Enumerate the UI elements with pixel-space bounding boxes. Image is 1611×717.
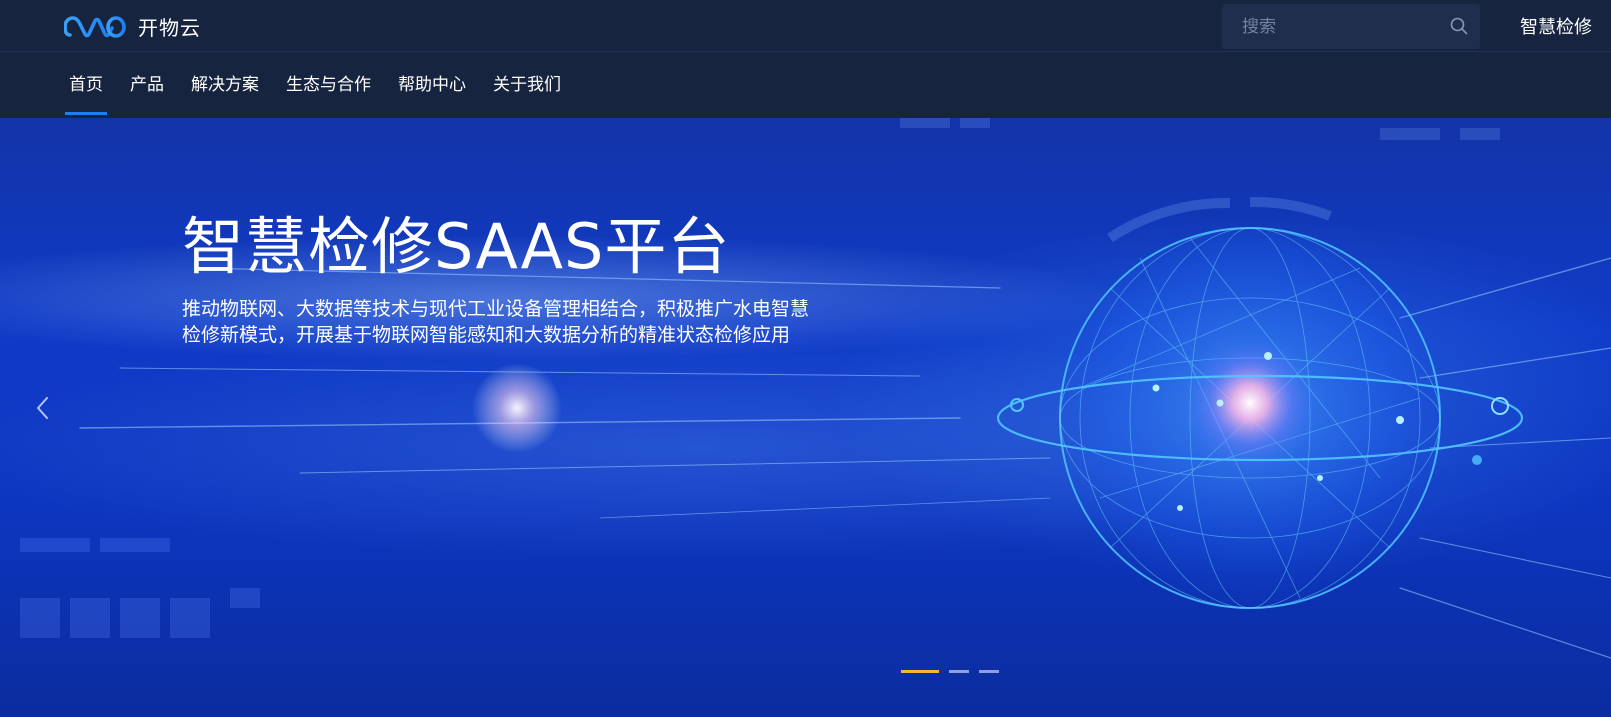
nav-item-solutions[interactable]: 解决方案 xyxy=(187,52,263,118)
hero-description: 推动物联网、大数据等技术与现代工业设备管理相结合，积极推广水电智慧 检修新模式，… xyxy=(182,296,882,348)
carousel-indicators xyxy=(901,670,999,673)
hero-title: 智慧检修SAAS平台 xyxy=(182,210,731,283)
nav-item-about-us[interactable]: 关于我们 xyxy=(489,52,565,118)
smart-maintenance-link[interactable]: 智慧检修 xyxy=(1520,13,1592,39)
main-nav: 首页 产品 解决方案 生态与合作 帮助中心 关于我们 xyxy=(65,52,584,118)
carousel-dot-3[interactable] xyxy=(979,670,999,673)
carousel-dot-1[interactable] xyxy=(901,670,939,673)
search-box xyxy=(1222,4,1480,49)
brand-logo[interactable]: 开物云 xyxy=(64,12,201,41)
hero-description-line: 检修新模式，开展基于物联网智能感知和大数据分析的精准状态检修应用 xyxy=(182,324,791,346)
nav-item-products[interactable]: 产品 xyxy=(126,52,168,118)
search-icon[interactable] xyxy=(1450,17,1468,35)
main-nav-bar: 首页 产品 解决方案 生态与合作 帮助中心 关于我们 xyxy=(0,52,1611,118)
hero-banner[interactable]: 智慧检修SAAS平台 推动物联网、大数据等技术与现代工业设备管理相结合，积极推广… xyxy=(0,118,1611,717)
chevron-left-icon[interactable] xyxy=(28,388,56,428)
nav-item-help-center[interactable]: 帮助中心 xyxy=(394,52,470,118)
top-header: 开物云 智慧检修 xyxy=(0,0,1611,52)
hero-description-line: 推动物联网、大数据等技术与现代工业设备管理相结合，积极推广水电智慧 xyxy=(182,298,810,320)
search-input[interactable] xyxy=(1222,4,1442,49)
nav-item-ecosystem[interactable]: 生态与合作 xyxy=(282,52,375,118)
brand-name: 开物云 xyxy=(138,16,201,40)
nav-item-home[interactable]: 首页 xyxy=(65,52,107,118)
kaiwu-logo-icon xyxy=(64,15,126,38)
carousel-dot-2[interactable] xyxy=(949,670,969,673)
